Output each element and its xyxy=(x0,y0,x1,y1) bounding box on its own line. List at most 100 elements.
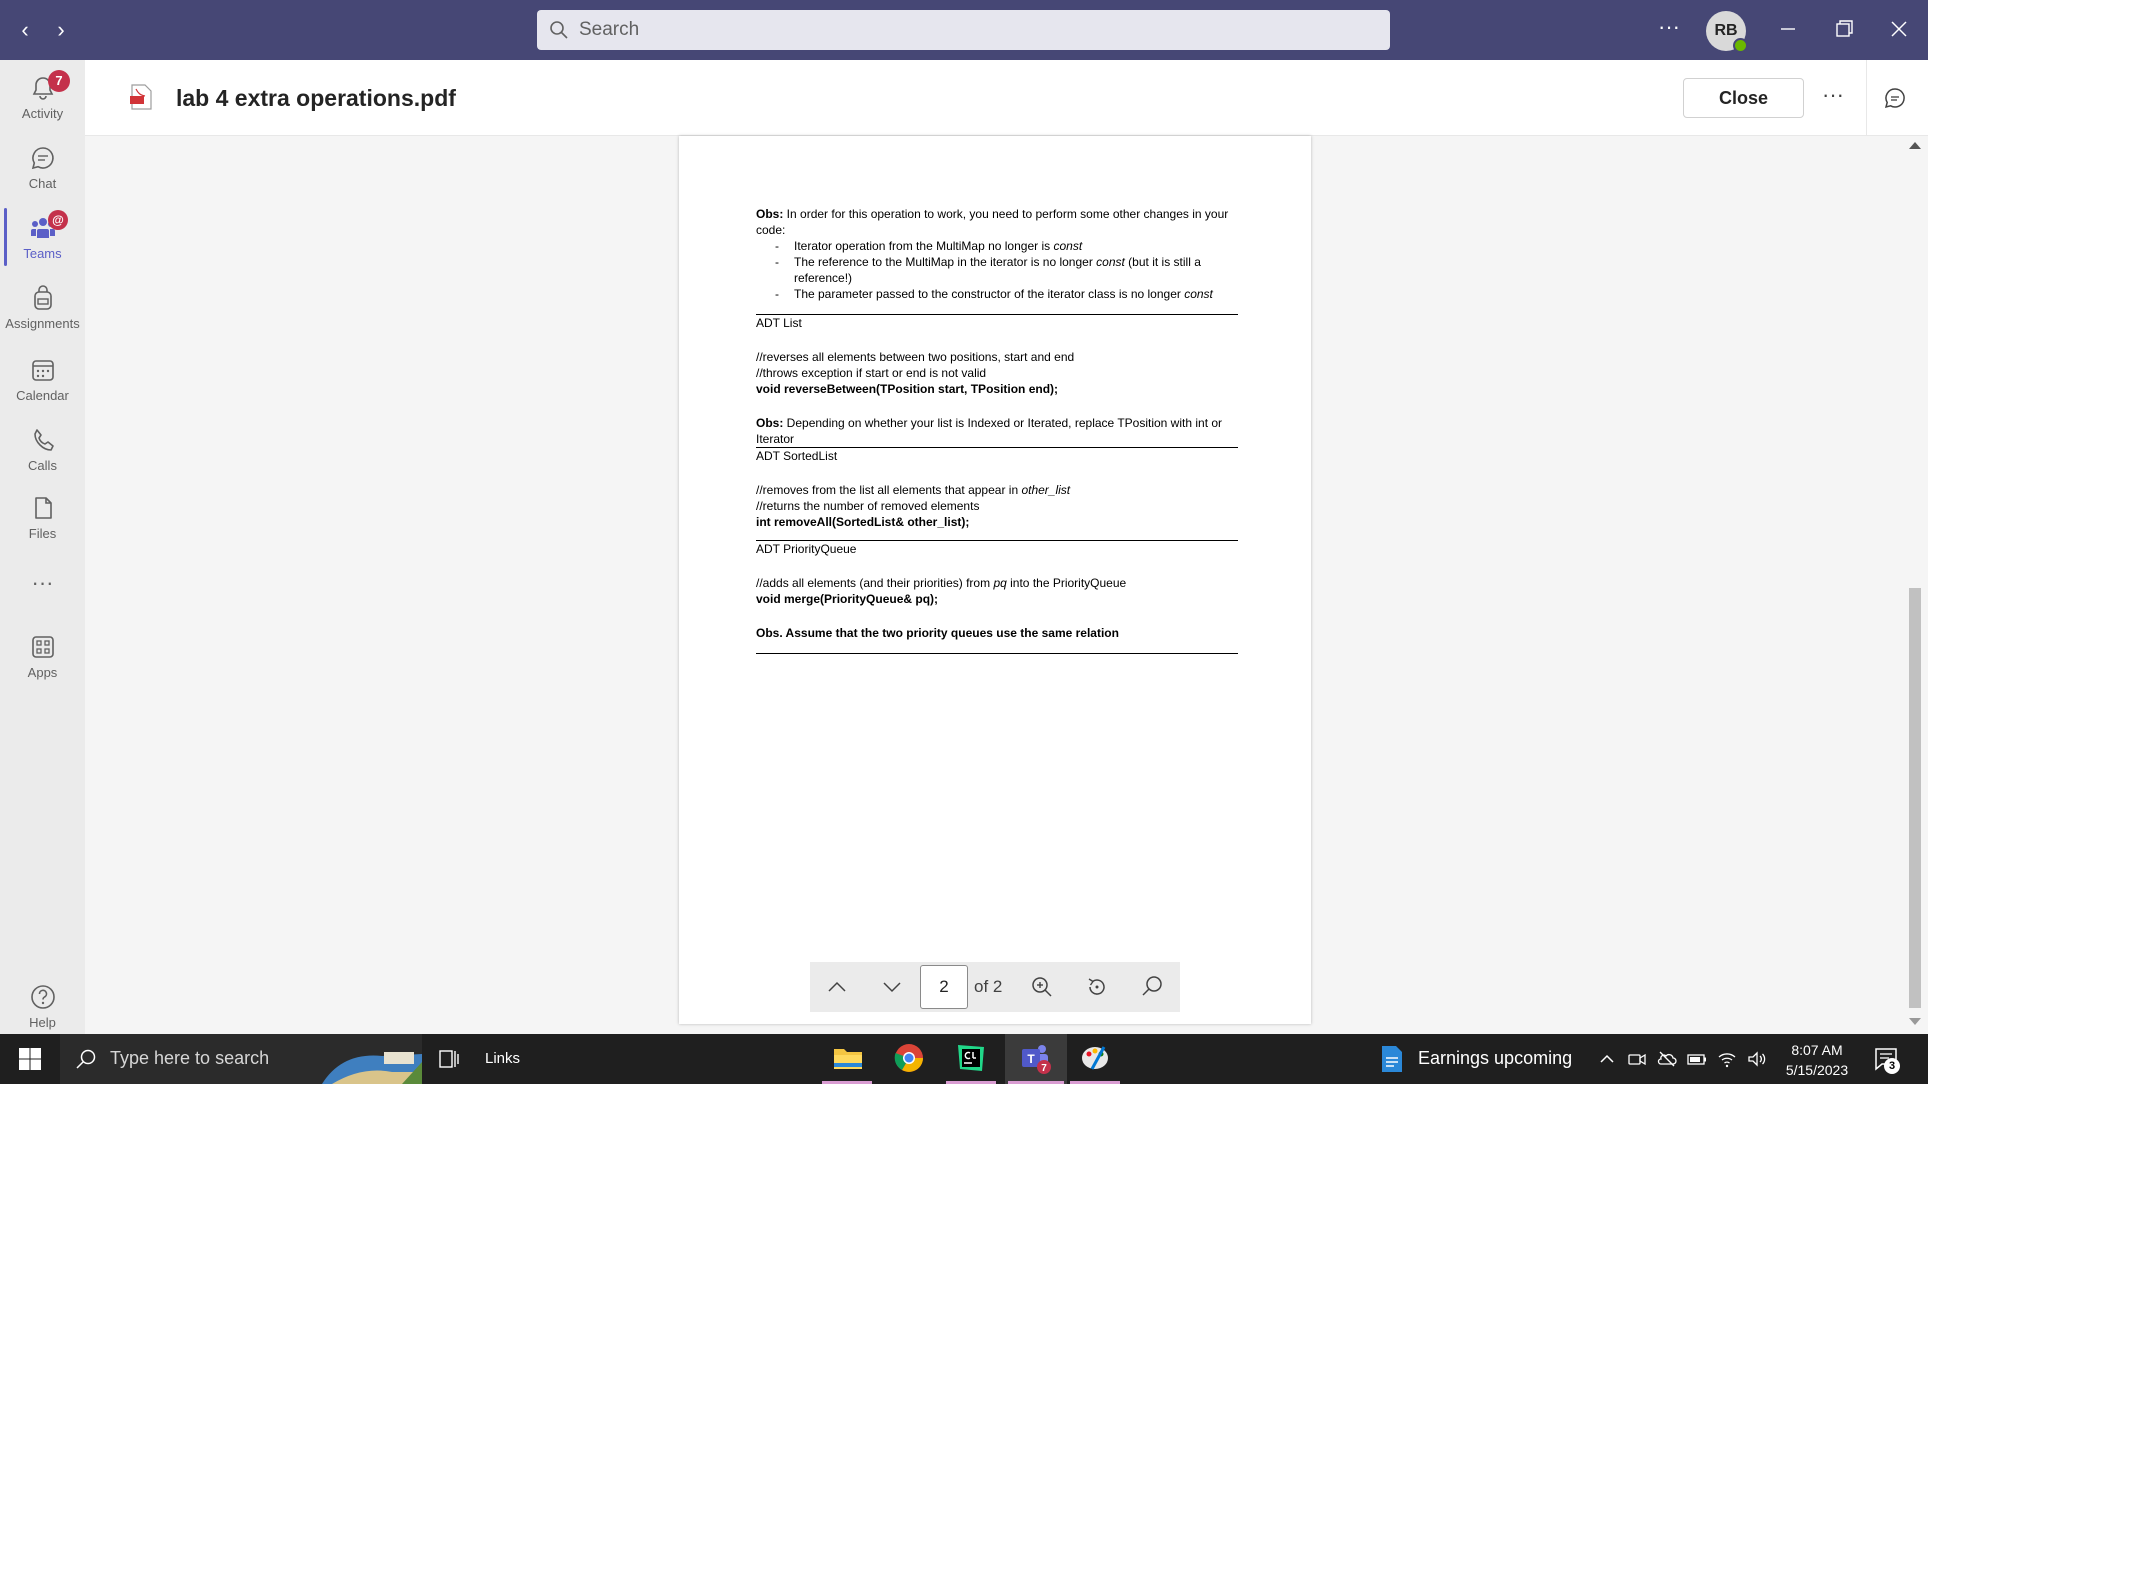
search-icon xyxy=(76,1049,96,1069)
rail-item-assignments[interactable]: Assignments xyxy=(0,276,85,346)
pdf-file-icon xyxy=(130,84,152,110)
news-widget-label[interactable]: Earnings upcoming xyxy=(1418,1048,1572,1069)
links-toolbar[interactable]: Links xyxy=(485,1050,520,1067)
rail-item-calls[interactable]: Calls xyxy=(0,418,85,488)
section-heading: ADT PriorityQueue xyxy=(756,542,857,556)
rail-item-label: Help xyxy=(29,1015,56,1030)
file-icon xyxy=(35,497,52,519)
rail-item-label: Chat xyxy=(28,176,57,191)
windows-taskbar: Type here to search Links T7 Earnings up… xyxy=(0,1034,1928,1084)
task-view-icon[interactable] xyxy=(437,1047,461,1071)
back-arrow-icon[interactable]: ‹ xyxy=(12,17,38,43)
onedrive-icon[interactable] xyxy=(1656,1048,1678,1070)
more-apps-icon[interactable]: ··· xyxy=(0,570,85,596)
obs-paragraph: Obs: In order for this operation to work… xyxy=(756,207,1229,237)
maximize-icon[interactable] xyxy=(1829,14,1859,44)
forward-arrow-icon[interactable]: › xyxy=(48,17,74,43)
help-icon xyxy=(31,985,55,1009)
beach-scene-icon xyxy=(322,1052,422,1084)
rail-item-files[interactable]: Files xyxy=(0,486,85,556)
scroll-up-icon[interactable] xyxy=(1909,142,1921,149)
running-indicator xyxy=(822,1081,872,1084)
vertical-scrollbar[interactable] xyxy=(1902,136,1928,1034)
chrome-icon[interactable] xyxy=(892,1041,926,1075)
search-icon xyxy=(550,21,568,39)
obs-paragraph: Obs: Depending on whether your list is I… xyxy=(756,416,1223,446)
rail-item-teams[interactable]: @ Teams xyxy=(0,206,85,276)
rail-item-label: Calls xyxy=(28,458,57,473)
close-window-icon[interactable] xyxy=(1884,14,1914,44)
rail-item-calendar[interactable]: Calendar xyxy=(0,348,85,418)
running-indicator xyxy=(1070,1081,1120,1084)
wifi-icon[interactable] xyxy=(1716,1048,1738,1070)
code-comment: //returns the number of removed elements xyxy=(756,499,980,513)
taskbar-clock[interactable]: 8:07 AM 5/15/2023 xyxy=(1782,1040,1852,1080)
find-icon[interactable] xyxy=(1139,974,1165,1000)
rail-item-chat[interactable]: Chat xyxy=(0,136,85,206)
clion-icon[interactable] xyxy=(954,1041,988,1075)
scroll-thumb[interactable] xyxy=(1909,588,1921,1008)
phone-icon xyxy=(34,429,54,451)
section-heading: ADT List xyxy=(756,316,802,330)
presence-available-icon xyxy=(1733,38,1748,53)
clock-time: 8:07 AM xyxy=(1791,1042,1843,1058)
clock-date: 5/15/2023 xyxy=(1785,1062,1849,1078)
file-explorer-icon[interactable] xyxy=(831,1041,865,1075)
rail-item-label: Files xyxy=(28,526,57,541)
more-options-icon[interactable]: ··· xyxy=(1822,82,1844,108)
teams-taskbar-badge: 7 xyxy=(1041,1063,1047,1074)
list-item: Iterator operation from the MultiMap no … xyxy=(756,238,1238,254)
divider xyxy=(1866,60,1867,136)
page-number-input[interactable] xyxy=(920,965,968,1009)
taskbar-search-placeholder: Type here to search xyxy=(110,1048,270,1068)
rail-item-label: Apps xyxy=(27,665,58,680)
code-signature: void merge(PriorityQueue& pq); xyxy=(756,592,939,606)
next-page-icon[interactable] xyxy=(879,974,905,1000)
search-box[interactable] xyxy=(537,10,1390,50)
svg-text:T: T xyxy=(1027,1052,1035,1066)
volume-icon[interactable] xyxy=(1746,1048,1768,1070)
minimize-icon[interactable] xyxy=(1773,14,1803,44)
conversation-icon[interactable] xyxy=(1883,86,1907,110)
mention-badge: @ xyxy=(48,210,68,230)
close-button[interactable]: Close xyxy=(1683,78,1804,118)
pdf-page: Obs: In order for this operation to work… xyxy=(679,136,1311,1024)
settings-more-icon[interactable]: ··· xyxy=(1658,14,1680,40)
backpack-icon xyxy=(34,285,52,310)
chat-icon xyxy=(31,147,54,170)
scroll-down-icon[interactable] xyxy=(1909,1018,1921,1025)
windows-start-icon[interactable] xyxy=(18,1047,42,1071)
apps-icon xyxy=(32,636,54,658)
activity-badge: 7 xyxy=(48,70,70,92)
chevron-up-icon[interactable] xyxy=(1596,1048,1618,1070)
rail-item-activity[interactable]: 7 Activity xyxy=(0,66,85,136)
file-header: lab 4 extra operations.pdf Close ··· xyxy=(85,60,1928,136)
code-signature: void reverseBetween(TPosition start, TPo… xyxy=(756,382,1059,396)
battery-icon[interactable] xyxy=(1686,1048,1708,1070)
news-icon[interactable] xyxy=(1378,1044,1406,1074)
notification-count-badge: 3 xyxy=(1884,1058,1900,1074)
rail-item-label: Calendar xyxy=(16,388,69,403)
paint-icon[interactable] xyxy=(1078,1041,1112,1075)
search-input[interactable] xyxy=(579,19,1279,41)
divider xyxy=(756,653,1238,654)
rotate-icon[interactable] xyxy=(1084,974,1110,1000)
section-heading: ADT SortedList xyxy=(756,449,838,463)
code-comment: //adds all elements (and their prioritie… xyxy=(756,576,1127,590)
obs-paragraph: Obs. Assume that the two priority queues… xyxy=(756,626,1119,640)
page-title: lab 4 extra operations.pdf xyxy=(176,85,456,111)
running-indicator xyxy=(946,1081,996,1084)
title-bar: ‹ › ··· RB xyxy=(0,0,1928,60)
pdf-navigation-toolbar: of 2 xyxy=(810,962,1180,1012)
code-comment: //removes from the list all elements tha… xyxy=(756,483,1071,497)
previous-page-icon[interactable] xyxy=(824,974,850,1000)
taskbar-search[interactable]: Type here to search xyxy=(60,1034,422,1084)
list-item: The reference to the MultiMap in the ite… xyxy=(756,254,1238,286)
list-item: The parameter passed to the constructor … xyxy=(756,286,1238,302)
code-comment: //reverses all elements between two posi… xyxy=(756,350,1075,364)
code-comment: //throws exception if start or end is no… xyxy=(756,366,987,380)
rail-item-apps[interactable]: Apps xyxy=(0,625,85,695)
meet-now-icon[interactable] xyxy=(1626,1048,1648,1070)
teams-icon[interactable]: T7 xyxy=(1018,1041,1052,1075)
zoom-in-icon[interactable] xyxy=(1029,974,1055,1000)
